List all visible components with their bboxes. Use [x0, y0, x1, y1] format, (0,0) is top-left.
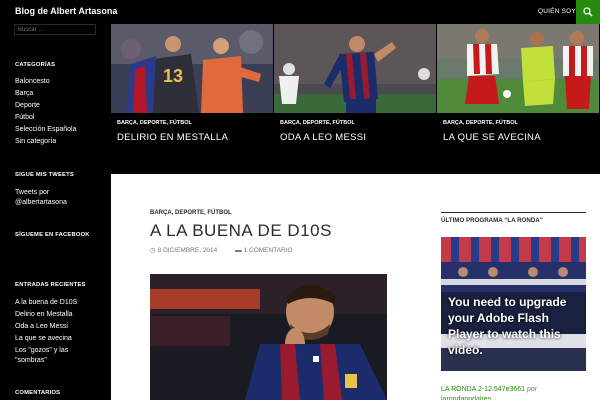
la-ronda-widget-title: Último programa “La Ronda” — [441, 212, 586, 224]
featured-post[interactable]: Barça, Deporte, Fútbol La que se avecina — [437, 24, 599, 174]
video-link-by: por — [525, 386, 538, 393]
featured-title[interactable]: Delirio en Mestalla — [117, 132, 228, 143]
recent-posts-title: Entradas recientes — [15, 282, 86, 288]
featured-image[interactable]: 13 — [111, 24, 273, 113]
video-author-link[interactable]: larondaondaires — [441, 396, 491, 400]
right-sidebar: Último programa “La Ronda” You need to u… — [429, 174, 600, 400]
svg-text:13: 13 — [163, 66, 183, 86]
category-link[interactable]: Fútbol — [15, 113, 34, 123]
category-link[interactable]: Deporte — [15, 101, 40, 111]
site-header: Blog de Albert Artasona Quién soy — [0, 0, 600, 24]
post-image[interactable] — [150, 274, 387, 400]
recent-post-link[interactable]: Oda a Leo Messi — [15, 322, 68, 332]
featured-post[interactable]: 13 Barça, Deporte, Fútbol Delirio en Mes… — [111, 24, 273, 174]
video-player[interactable]: You need to upgrade your Adobe Flash Pla… — [441, 237, 586, 371]
video-link-text[interactable]: LA RONDA 2-12.547e3661 — [441, 386, 525, 393]
video-link[interactable]: LA RONDA 2-12.547e3661 por — [441, 386, 537, 393]
flash-upgrade-message[interactable]: You need to upgrade your Adobe Flash Pla… — [448, 294, 583, 358]
left-sidebar: Categorías Baloncesto Barça Deporte Fútb… — [0, 24, 111, 400]
twitter-handle-link[interactable]: @albertartasona — [15, 198, 67, 208]
category-link[interactable]: Baloncesto — [15, 77, 50, 87]
categories-title: Categorías — [15, 62, 56, 68]
featured-title[interactable]: Oda a Leo Messi — [280, 132, 366, 143]
featured-title[interactable]: La que se avecina — [443, 132, 541, 143]
site-title[interactable]: Blog de Albert Artasona — [15, 6, 117, 16]
sidebar-search-input[interactable] — [14, 24, 96, 35]
recent-post-link[interactable]: Delirio en Mestalla — [15, 310, 73, 320]
search-icon — [583, 7, 593, 17]
post-comments-text[interactable]: 1 comentario — [244, 247, 293, 254]
recent-post-link[interactable]: La que se avecina — [15, 334, 72, 344]
clock-icon: ◷ — [150, 247, 156, 254]
recent-post-link[interactable]: Los "gozos" y las — [15, 346, 68, 356]
comments-title: Comentarios — [15, 390, 61, 396]
post-title[interactable]: A la buena de D10S — [150, 221, 332, 241]
featured-image[interactable] — [437, 24, 599, 113]
recent-post-link[interactable]: A la buena de D10S — [15, 298, 77, 308]
category-link[interactable]: Selección Española — [15, 125, 77, 135]
featured-category[interactable]: Barça, Deporte, Fútbol — [443, 120, 518, 126]
category-link[interactable]: Sin categoría — [15, 137, 56, 147]
featured-post[interactable]: Barça, Deporte, Fútbol Oda a Leo Messi — [274, 24, 436, 174]
post-comments[interactable]: ▬ 1 comentario — [235, 247, 301, 254]
main-content: Barça, Deporte, Fútbol A la buena de D10… — [111, 174, 429, 400]
tweets-title: Sigue mis tweets — [15, 172, 74, 178]
nav-item-quien-soy[interactable]: Quién soy — [538, 8, 576, 15]
featured-image[interactable] — [274, 24, 436, 113]
tweets-by-label[interactable]: Tweets por — [15, 188, 49, 198]
category-link[interactable]: Barça — [15, 89, 33, 99]
search-toggle-button[interactable] — [576, 0, 600, 24]
post-category[interactable]: Barça, Deporte, Fútbol — [150, 210, 232, 216]
featured-category[interactable]: Barça, Deporte, Fútbol — [280, 120, 355, 126]
featured-posts: 13 Barça, Deporte, Fútbol Delirio en Mes… — [111, 24, 600, 174]
post-meta: ◷ 8 diciembre, 2014 ▬ 1 comentario — [150, 246, 309, 254]
la-ronda-widget-title-text: Último programa “La Ronda” — [441, 217, 543, 224]
post-date[interactable]: ◷ 8 diciembre, 2014 — [150, 247, 227, 254]
featured-category[interactable]: Barça, Deporte, Fútbol — [117, 120, 192, 126]
post-date-text[interactable]: 8 diciembre, 2014 — [158, 247, 218, 254]
comment-icon: ▬ — [235, 247, 242, 254]
facebook-title: Sígueme en Facebook — [15, 232, 90, 238]
recent-post-link-cont[interactable]: "sombras" — [15, 356, 47, 366]
